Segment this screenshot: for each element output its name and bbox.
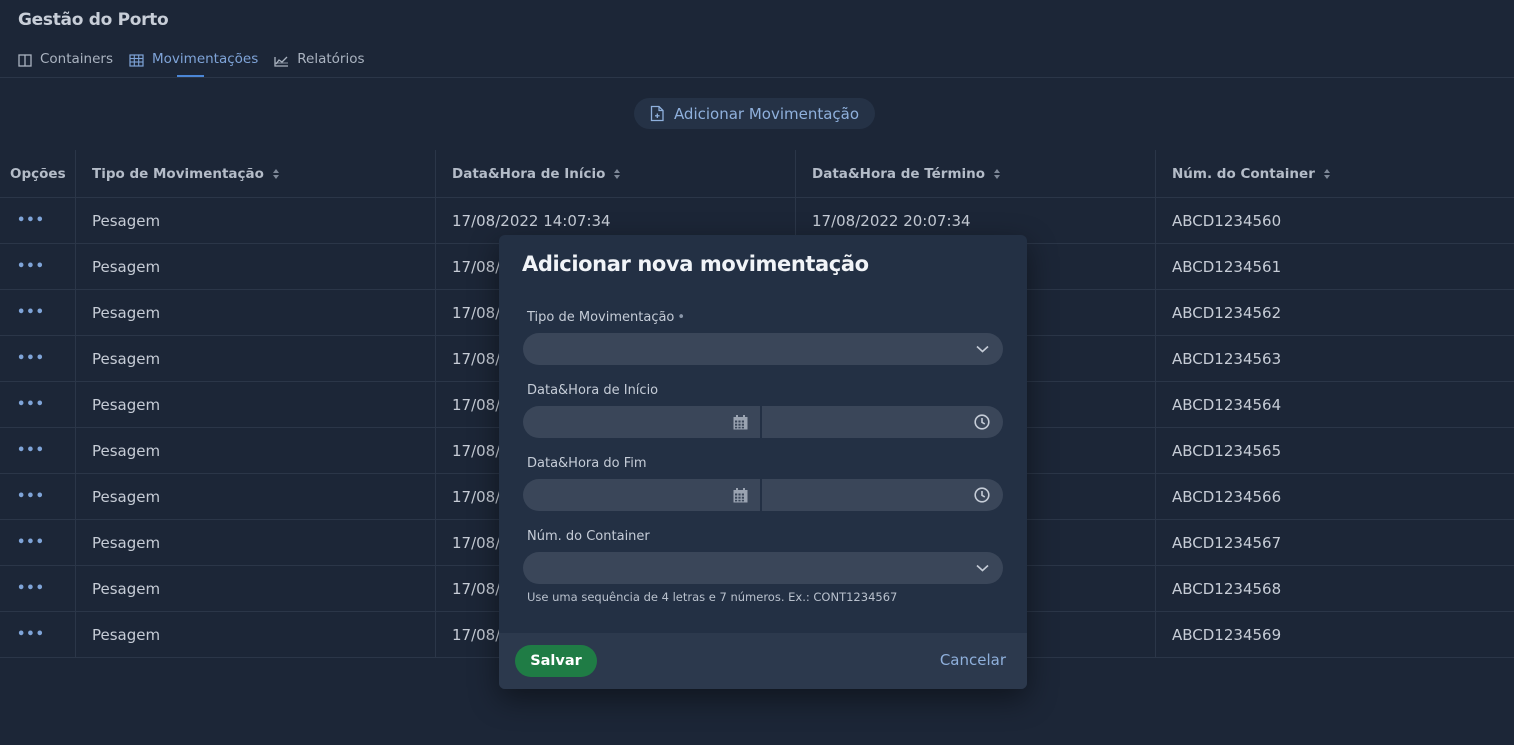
cell-container: ABCD1234562 [1155,290,1514,335]
options-cell: ••• [0,290,75,335]
required-mark: • [677,310,686,325]
tab-label: Relatórios [297,51,365,67]
cell-container: ABCD1234567 [1155,520,1514,565]
options-cell: ••• [0,198,75,243]
options-cell: ••• [0,382,75,427]
options-menu-icon[interactable]: ••• [10,535,45,550]
add-movimentacao-modal: Adicionar nova movimentação Tipo de Movi… [499,235,1027,689]
app-title: Gestão do Porto [18,10,169,30]
header-label: Data&Hora de Início [452,165,606,182]
options-menu-icon[interactable]: ••• [10,213,45,228]
header-label: Tipo de Movimentação [92,165,264,182]
cell-tipo: Pesagem [75,612,435,657]
cancel-button[interactable]: Cancelar [940,651,1006,669]
container-label: Núm. do Container [527,529,650,544]
tab-label: Containers [40,51,114,67]
clock-icon [974,414,990,430]
options-menu-icon[interactable]: ••• [10,489,45,504]
header-container[interactable]: Núm. do Container [1155,150,1514,197]
cell-container: ABCD1234564 [1155,382,1514,427]
fim-datetime [523,479,1003,511]
options-cell: ••• [0,336,75,381]
cell-tipo: Pesagem [75,566,435,611]
cell-tipo: Pesagem [75,244,435,289]
tab-relatorios[interactable]: Relatórios [274,50,365,77]
cell-tipo: Pesagem [75,290,435,335]
container-hint: Use uma sequência de 4 letras e 7 número… [527,590,898,604]
grid-table-icon [129,54,144,67]
cell-container: ABCD1234569 [1155,612,1514,657]
tipo-label: Tipo de Movimentação • [527,310,685,325]
tipo-select[interactable] [523,333,1003,365]
header-label: Data&Hora de Término [812,165,986,182]
add-movimentacao-button[interactable]: Adicionar Movimentação [634,98,875,129]
cell-container: ABCD1234566 [1155,474,1514,519]
add-button-label: Adicionar Movimentação [673,104,860,123]
modal-title: Adicionar nova movimentação [522,252,869,276]
options-cell: ••• [0,428,75,473]
options-menu-icon[interactable]: ••• [10,627,45,642]
chart-icon [274,56,289,67]
fim-label: Data&Hora do Fim [527,456,647,471]
header-termino[interactable]: Data&Hora de Término [795,150,1155,197]
cell-tipo: Pesagem [75,382,435,427]
header-divider [0,77,1514,78]
inicio-date-input[interactable] [523,406,762,438]
sort-icon [614,168,621,179]
table-header-row: Opções Tipo de Movimentação Data&Hora de… [0,150,1514,198]
calendar-icon [733,414,748,429]
chevron-down-icon [976,345,989,353]
options-menu-icon[interactable]: ••• [10,397,45,412]
main-tabs: Containers Movimentações Relatórios [18,50,365,77]
inicio-time-input[interactable] [762,406,1003,438]
cell-tipo: Pesagem [75,336,435,381]
save-button[interactable]: Salvar [515,645,597,677]
options-cell: ••• [0,244,75,289]
cell-tipo: Pesagem [75,474,435,519]
tipo-label-text: Tipo de Movimentação [527,310,675,325]
cell-tipo: Pesagem [75,520,435,565]
cell-container: ABCD1234568 [1155,566,1514,611]
fim-time-input[interactable] [762,479,1003,511]
options-cell: ••• [0,612,75,657]
header-tipo[interactable]: Tipo de Movimentação [75,150,435,197]
modal-footer: Salvar Cancelar [499,633,1027,689]
options-cell: ••• [0,474,75,519]
options-menu-icon[interactable]: ••• [10,259,45,274]
cell-container: ABCD1234560 [1155,198,1514,243]
columns-icon [18,54,32,67]
header-inicio[interactable]: Data&Hora de Início [435,150,795,197]
cell-tipo: Pesagem [75,198,435,243]
tab-containers[interactable]: Containers [18,50,113,77]
cell-container: ABCD1234565 [1155,428,1514,473]
clock-icon [974,487,990,503]
calendar-icon [733,487,748,502]
cell-container: ABCD1234561 [1155,244,1514,289]
file-plus-icon [650,105,664,122]
sort-icon [994,168,1001,179]
options-menu-icon[interactable]: ••• [10,305,45,320]
sort-icon [272,168,279,179]
options-cell: ••• [0,520,75,565]
header-opcoes: Opções [0,150,75,197]
cell-container: ABCD1234563 [1155,336,1514,381]
header-label: Núm. do Container [1172,165,1315,182]
options-menu-icon[interactable]: ••• [10,443,45,458]
options-cell: ••• [0,566,75,611]
inicio-label: Data&Hora de Início [527,383,659,398]
chevron-down-icon [976,564,989,572]
fim-date-input[interactable] [523,479,762,511]
options-menu-icon[interactable]: ••• [10,351,45,366]
container-select[interactable] [523,552,1003,584]
header-label: Opções [10,165,66,182]
tab-label: Movimentações [152,51,259,67]
inicio-datetime [523,406,1003,438]
tab-movimentacoes[interactable]: Movimentações [129,50,258,77]
options-menu-icon[interactable]: ••• [10,581,45,596]
cell-tipo: Pesagem [75,428,435,473]
sort-icon [1323,168,1330,179]
